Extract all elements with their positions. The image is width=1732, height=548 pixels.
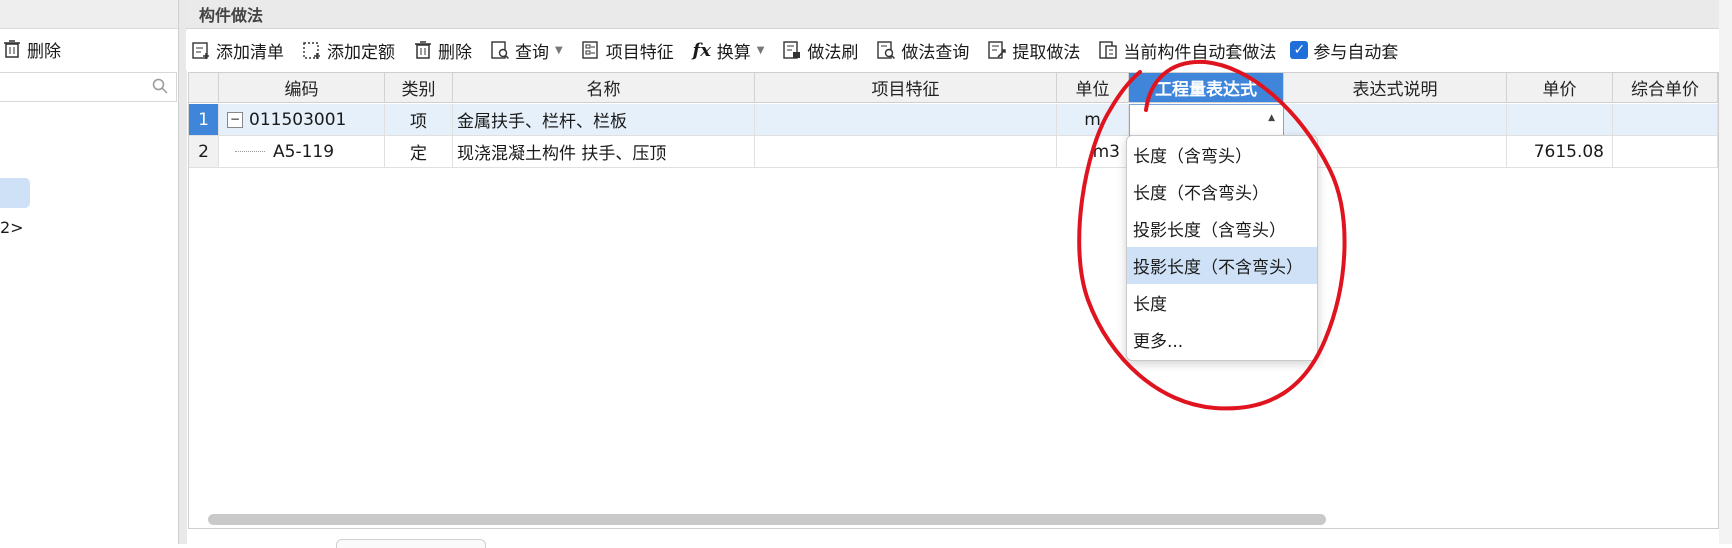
table-row[interactable]: 2 A5-119 定 现浇混凝土构件 扶手、压顶 m3 7615.08 — [189, 136, 1718, 168]
search-icon[interactable] — [152, 78, 168, 99]
item-feature-icon — [581, 40, 601, 60]
method-query-button[interactable]: 做法查询 — [871, 34, 974, 66]
delete-label: 删除 — [438, 42, 472, 63]
method-brush-button[interactable]: 做法刷 — [777, 34, 863, 66]
auto-method-button[interactable]: 当前构件自动套做法 — [1093, 34, 1281, 66]
column-header-feature[interactable]: 项目特征 — [755, 73, 1057, 103]
feature-cell[interactable] — [755, 136, 1057, 168]
code-text: 011503001 — [249, 109, 347, 130]
query-label: 查询 — [515, 42, 549, 63]
add-quota-icon — [302, 40, 322, 60]
delete-button[interactable]: 删除 — [408, 34, 477, 66]
type-cell[interactable]: 项 — [385, 104, 453, 136]
name-cell[interactable]: 现浇混凝土构件 扶手、压顶 — [453, 136, 755, 168]
auto-checkbox[interactable]: ✓ 参与自动套 — [1285, 34, 1403, 66]
add-list-label: 添加清单 — [216, 42, 284, 63]
item-feature-label: 项目特征 — [605, 42, 674, 63]
convert-button[interactable]: fx 换算 ▼ — [687, 34, 770, 66]
auto-checkbox-label: 参与自动套 — [1313, 42, 1399, 63]
method-query-label: 做法查询 — [901, 42, 970, 63]
column-header-name[interactable]: 名称 — [453, 73, 755, 103]
column-header-unit-price[interactable]: 单价 — [1507, 73, 1613, 103]
convert-label: 换算 — [716, 42, 751, 63]
expression-desc-cell[interactable] — [1284, 104, 1507, 136]
method-query-icon — [876, 40, 896, 60]
panel-splitter[interactable] — [178, 0, 187, 544]
type-cell[interactable]: 定 — [385, 136, 453, 168]
dropdown-option[interactable]: 长度（含弯头） — [1127, 136, 1317, 173]
name-cell[interactable]: 金属扶手、栏杆、栏板 — [453, 104, 755, 136]
method-brush-label: 做法刷 — [807, 42, 859, 63]
dropdown-option[interactable]: 投影长度（含弯头） — [1127, 210, 1317, 247]
column-header-unit[interactable]: 单位 — [1057, 73, 1129, 103]
extract-method-label: 提取做法 — [1012, 42, 1081, 63]
left-selected-item[interactable] — [0, 178, 30, 208]
dropdown-option-highlighted[interactable]: 投影长度（不含弯头） — [1127, 247, 1317, 284]
expression-combo-input[interactable]: ▲ — [1129, 104, 1284, 136]
column-header-code[interactable]: 编码 — [219, 73, 385, 103]
auto-method-icon — [1098, 40, 1118, 60]
code-cell[interactable]: − 011503001 — [219, 104, 385, 136]
unit-cell[interactable]: m3 — [1057, 136, 1129, 168]
auto-method-label: 当前构件自动套做法 — [1123, 42, 1277, 63]
dropdown-option[interactable]: 长度 — [1127, 284, 1317, 321]
row-number[interactable]: 2 — [189, 136, 219, 168]
tree-connector — [235, 150, 265, 153]
horizontal-scrollbar[interactable] — [208, 514, 1326, 525]
column-header-expression[interactable]: 工程量表达式 — [1129, 73, 1284, 103]
add-quota-label: 添加定额 — [327, 42, 395, 63]
add-list-icon — [191, 40, 211, 60]
row-number-header — [189, 73, 219, 103]
column-header-type[interactable]: 类别 — [385, 73, 453, 103]
table-row[interactable]: 1 − 011503001 项 金属扶手、栏杆、栏板 m — [189, 104, 1718, 136]
left-delete-button[interactable]: 删除 — [0, 33, 66, 65]
trash-icon — [2, 39, 22, 59]
unit-cell[interactable]: m — [1057, 104, 1129, 136]
panel-title: 构件做法 — [186, 0, 1732, 29]
expression-dropdown-list: 长度（含弯头） 长度（不含弯头） 投影长度（含弯头） 投影长度（不含弯头） 长度… — [1126, 135, 1318, 361]
checkbox-checked-icon[interactable]: ✓ — [1290, 41, 1309, 59]
row-number[interactable]: 1 — [189, 104, 219, 136]
extract-method-button[interactable]: 提取做法 — [982, 34, 1085, 66]
function-icon: fx — [692, 39, 711, 61]
method-grid: 编码 类别 名称 项目特征 单位 工程量表达式 表达式说明 单价 综合单价 1 … — [188, 72, 1719, 529]
dropdown-option[interactable]: 长度（不含弯头） — [1127, 173, 1317, 210]
query-button[interactable]: 查询 ▼ — [485, 34, 568, 66]
left-toolbar: 删除 — [0, 29, 180, 69]
trash-icon — [413, 40, 433, 60]
unit-price-cell[interactable] — [1507, 104, 1613, 136]
column-header-total-price[interactable]: 综合单价 — [1613, 73, 1718, 103]
chevron-down-icon[interactable]: ▼ — [555, 45, 563, 56]
collapse-icon[interactable]: − — [227, 111, 243, 128]
column-header-expression-desc[interactable]: 表达式说明 — [1284, 73, 1507, 103]
add-list-button[interactable]: 添加清单 — [186, 34, 289, 66]
feature-cell[interactable] — [755, 104, 1057, 136]
add-quota-button[interactable]: 添加定额 — [297, 34, 400, 66]
left-panel-header — [0, 0, 180, 29]
code-cell[interactable]: A5-119 — [219, 136, 385, 168]
toolbar: 添加清单 添加定额 删除 查询 ▼ 项目特征 fx 换算 ▼ 做法刷 做法查询 … — [186, 30, 1732, 70]
left-delete-label: 删除 — [27, 41, 61, 62]
left-search-input[interactable] — [0, 72, 177, 102]
code-text: A5-119 — [273, 141, 335, 162]
brush-icon — [782, 40, 802, 60]
left-list-item[interactable]: 2> — [0, 218, 24, 237]
dropdown-arrow-icon[interactable]: ▲ — [1268, 113, 1275, 123]
vertical-scrollbar[interactable] — [1719, 0, 1732, 544]
total-price-cell[interactable] — [1613, 104, 1718, 136]
dropdown-option-more[interactable]: 更多... — [1127, 321, 1317, 358]
total-price-cell[interactable] — [1613, 136, 1718, 168]
extract-icon — [987, 40, 1007, 60]
item-feature-button[interactable]: 项目特征 — [576, 34, 679, 66]
chevron-down-icon[interactable]: ▼ — [757, 45, 765, 56]
query-icon — [490, 40, 510, 60]
unit-price-cell[interactable]: 7615.08 — [1507, 136, 1613, 168]
